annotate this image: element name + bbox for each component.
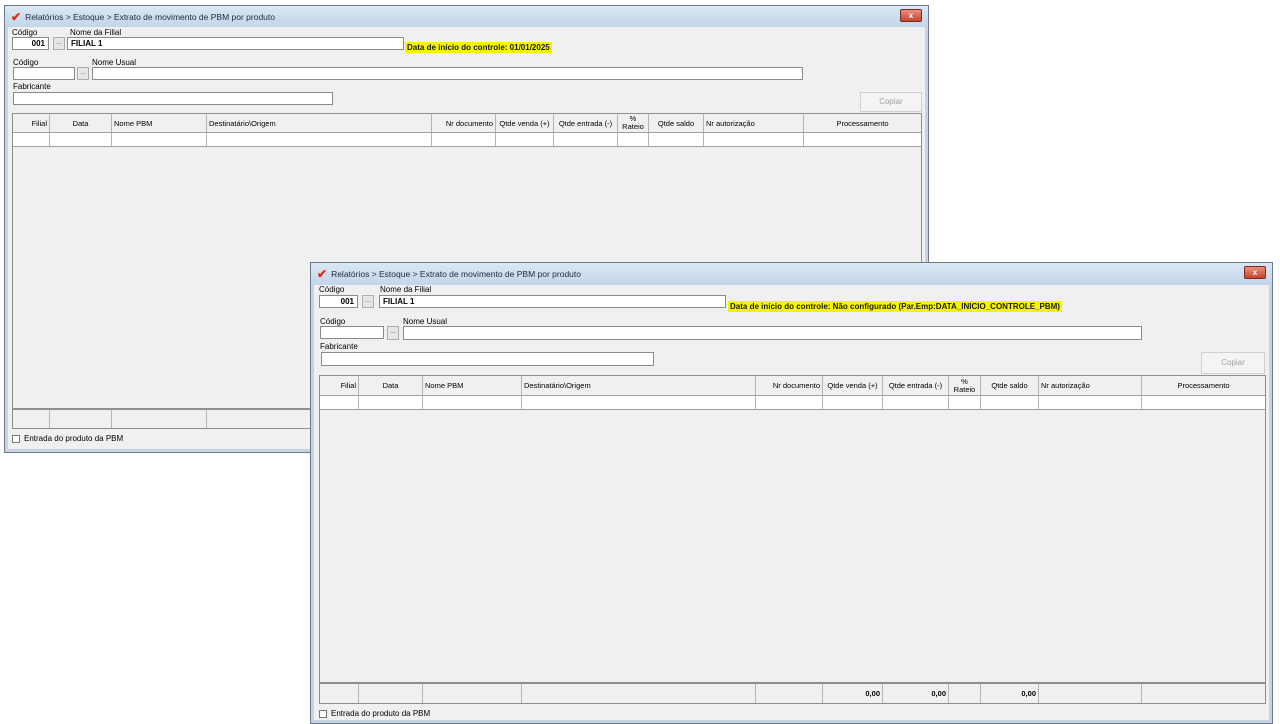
table-row[interactable]	[320, 396, 1265, 410]
checkbox-box[interactable]	[12, 434, 20, 443]
title-bar[interactable]: ✔ Relatórios > Estoque > Extrato de movim…	[311, 263, 1272, 285]
col-qtde-entrada[interactable]: Qtde entrada (-)	[883, 376, 949, 395]
grid-header: Filial Data Nome PBM Destinatário\Origem…	[320, 376, 1265, 396]
col-qtde-saldo[interactable]: Qtde saldo	[649, 114, 704, 132]
col-data[interactable]: Data	[50, 114, 112, 132]
nome-filial-label: Nome da Filial	[70, 28, 122, 37]
filial-codigo-input[interactable]: 001	[12, 37, 49, 50]
checkbox-label: Entrada do produto da PBM	[24, 434, 124, 443]
nome-usual-label: Nome Usual	[403, 317, 448, 326]
nome-usual-input[interactable]	[403, 326, 1142, 340]
col-destinatario[interactable]: Destinatário\Origem	[522, 376, 756, 395]
filial-browse-button[interactable]: ...	[53, 37, 65, 50]
filial-browse-button[interactable]: ...	[362, 295, 374, 308]
col-nr-autorizacao[interactable]: Nr autorização	[704, 114, 804, 132]
nome-usual-label: Nome Usual	[92, 58, 137, 67]
filial-nome-input[interactable]: FILIAL 1	[67, 37, 404, 50]
total-saldo: 0,00	[981, 684, 1039, 703]
col-nr-documento[interactable]: Nr documento	[756, 376, 823, 395]
close-button[interactable]: x	[900, 9, 922, 22]
codigo-label: Código	[12, 28, 38, 37]
movement-grid[interactable]: Filial Data Nome PBM Destinatário\Origem…	[319, 375, 1266, 704]
copy-button[interactable]: Copiar	[1201, 352, 1265, 374]
col-filial[interactable]: Filial	[13, 114, 50, 132]
nome-usual-input[interactable]	[92, 67, 803, 80]
window-title: Relatórios > Estoque > Extrato de movime…	[25, 11, 276, 22]
entrada-pbm-checkbox[interactable]: Entrada do produto da PBM	[12, 434, 123, 443]
col-processamento[interactable]: Processamento	[804, 114, 921, 132]
total-venda: 0,00	[823, 684, 883, 703]
entrada-pbm-checkbox[interactable]: Entrada do produto da PBM	[319, 709, 430, 718]
codigo-produto-label: Código	[13, 58, 39, 67]
produto-codigo-input[interactable]	[320, 326, 384, 339]
app-check-icon: ✔	[317, 267, 328, 281]
col-qtde-entrada[interactable]: Qtde entrada (-)	[554, 114, 618, 132]
codigo-label: Código	[319, 285, 345, 294]
col-nome-pbm[interactable]: Nome PBM	[423, 376, 522, 395]
codigo-produto-label: Código	[320, 317, 346, 326]
control-date-notice: Data de início do controle: Não configur…	[728, 301, 1062, 312]
filial-nome-input[interactable]: FILIAL 1	[379, 295, 726, 308]
copy-button[interactable]: Copiar	[860, 92, 922, 112]
close-button[interactable]: x	[1244, 266, 1266, 279]
col-filial[interactable]: Filial	[320, 376, 359, 395]
control-date-notice: Data de início do controle: 01/01/2025	[405, 42, 552, 53]
col-rateio[interactable]: % Rateio	[949, 376, 981, 395]
report-window-front[interactable]: ✔ Relatórios > Estoque > Extrato de movim…	[310, 262, 1273, 724]
fabricante-label: Fabricante	[320, 342, 358, 351]
col-qtde-saldo[interactable]: Qtde saldo	[981, 376, 1039, 395]
col-destinatario[interactable]: Destinatário\Origem	[207, 114, 432, 132]
window-title: Relatórios > Estoque > Extrato de movime…	[331, 269, 582, 279]
nome-filial-label: Nome da Filial	[380, 285, 432, 294]
col-qtde-venda[interactable]: Qtde venda (+)	[496, 114, 554, 132]
col-rateio[interactable]: % Rateio	[618, 114, 649, 132]
total-entrada: 0,00	[883, 684, 949, 703]
title-bar[interactable]: ✔ Relatórios > Estoque > Extrato de movim…	[5, 6, 928, 27]
produto-browse-button[interactable]: ...	[387, 326, 399, 340]
totals-row: 0,00 0,00 0,00	[320, 682, 1265, 703]
col-nome-pbm[interactable]: Nome PBM	[112, 114, 207, 132]
produto-codigo-input[interactable]	[13, 67, 75, 80]
col-nr-autorizacao[interactable]: Nr autorização	[1039, 376, 1142, 395]
checkbox-box[interactable]	[319, 709, 327, 718]
col-data[interactable]: Data	[359, 376, 423, 395]
fabricante-input[interactable]	[13, 92, 333, 105]
col-qtde-venda[interactable]: Qtde venda (+)	[823, 376, 883, 395]
fabricante-label: Fabricante	[13, 82, 51, 91]
col-processamento[interactable]: Processamento	[1142, 376, 1265, 395]
col-nr-documento[interactable]: Nr documento	[432, 114, 496, 132]
app-check-icon: ✔	[11, 9, 22, 24]
filial-codigo-input[interactable]: 001	[319, 295, 358, 308]
table-row[interactable]	[13, 133, 921, 147]
grid-header: Filial Data Nome PBM Destinatário\Origem…	[13, 114, 921, 133]
produto-browse-button[interactable]: ...	[77, 67, 89, 80]
checkbox-label: Entrada do produto da PBM	[331, 709, 431, 718]
fabricante-input[interactable]	[321, 352, 654, 366]
